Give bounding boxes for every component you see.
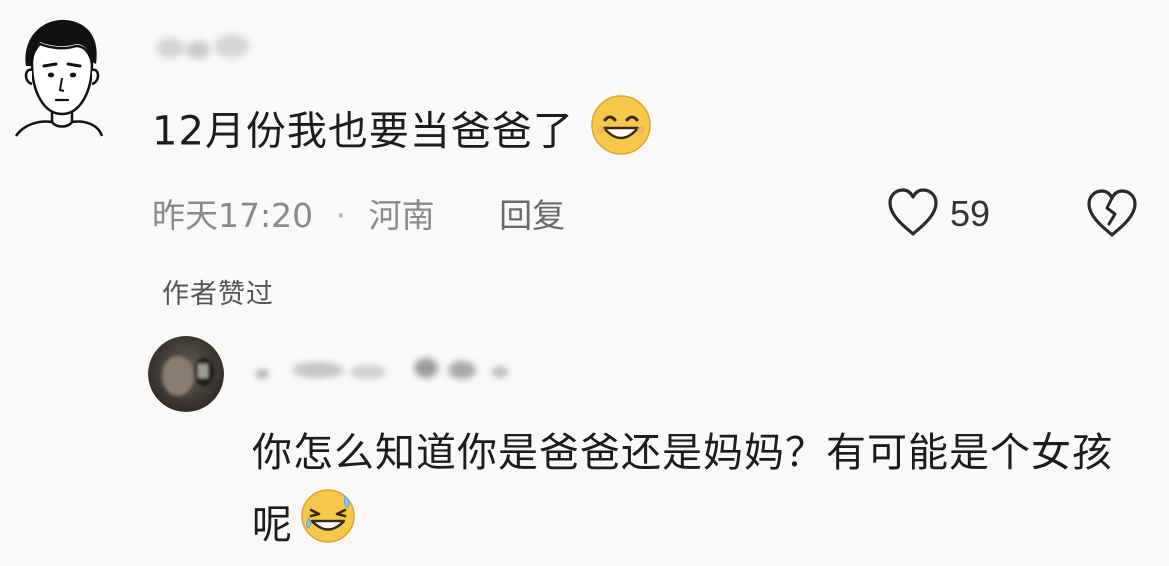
comment-body: 12月份我也要当爸爸了 xyxy=(152,94,654,173)
meta-separator: · xyxy=(335,196,347,235)
heart-icon[interactable] xyxy=(886,186,940,242)
reply-button[interactable]: 回复 xyxy=(499,188,565,244)
grinning-emoji-icon xyxy=(588,94,654,173)
broken-heart-icon[interactable] xyxy=(1084,186,1140,240)
laughing-tears-emoji-icon xyxy=(299,488,357,566)
author-liked-badge: 作者赞过 xyxy=(162,279,274,310)
avatar[interactable] xyxy=(14,14,104,144)
username-redacted[interactable] xyxy=(150,26,262,68)
comment-meta: 昨天17:20 · 河南 回复 xyxy=(152,188,565,244)
like-count: 59 xyxy=(950,193,991,234)
reply-avatar[interactable] xyxy=(148,336,224,412)
reply-text: 你怎么知道你是爸爸还是妈妈？有可能是个女孩呢 xyxy=(252,430,1113,548)
reply-username-redacted[interactable] xyxy=(248,346,528,392)
avatar-illustration xyxy=(14,19,104,137)
comment-location: 河南 xyxy=(368,196,435,235)
reply-body: 你怎么知道你是爸爸还是妈妈？有可能是个女孩呢 xyxy=(252,418,1152,566)
comment-text: 12月份我也要当爸爸了 xyxy=(152,108,574,155)
dislike-button[interactable] xyxy=(1084,186,1140,242)
comment-time: 昨天17:20 xyxy=(152,196,314,235)
like-button[interactable]: 59 xyxy=(886,184,990,244)
